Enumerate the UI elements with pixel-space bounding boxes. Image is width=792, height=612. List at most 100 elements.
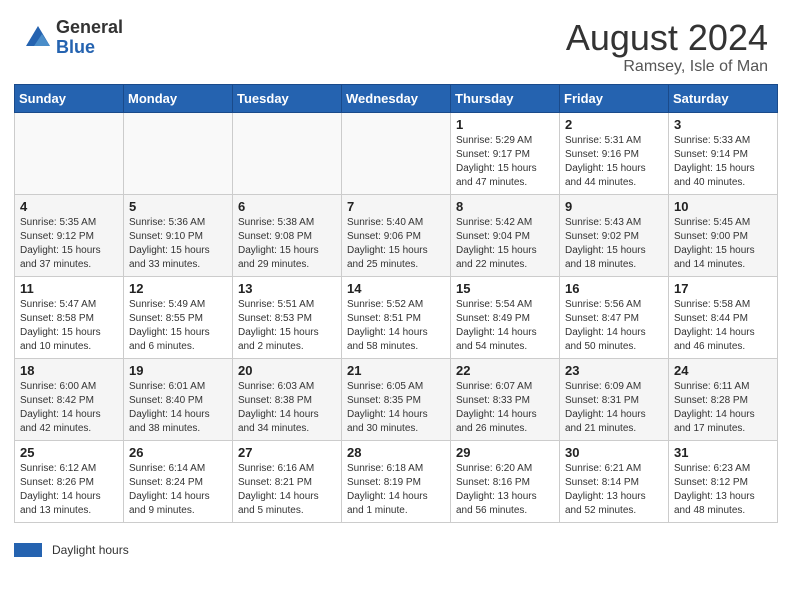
calendar-header-thursday: Thursday xyxy=(451,84,560,112)
calendar-cell: 5 Sunrise: 5:36 AM Sunset: 9:10 PM Daylig… xyxy=(124,194,233,276)
daylight-swatch xyxy=(14,543,42,557)
day-info: Sunrise: 6:11 AM Sunset: 8:28 PM Dayligh… xyxy=(674,380,772,436)
day-number: 5 xyxy=(129,199,227,214)
day-number: 31 xyxy=(674,445,772,460)
calendar-cell: 30Sunrise: 6:21 AM Sunset: 8:14 PM Dayli… xyxy=(560,440,669,522)
day-number: 23 xyxy=(565,363,663,378)
calendar-cell: 8Sunrise: 5:42 AM Sunset: 9:04 PM Daylig… xyxy=(451,194,560,276)
calendar-table: SundayMondayTuesdayWednesdayThursdayFrid… xyxy=(14,84,778,523)
title-area: August 2024 Ramsey, Isle of Man xyxy=(566,18,768,76)
day-info: Sunrise: 6:09 AM Sunset: 8:31 PM Dayligh… xyxy=(565,380,663,436)
calendar-week-row: 4Sunrise: 5:35 AM Sunset: 9:12 PM Daylig… xyxy=(15,194,778,276)
calendar-header-monday: Monday xyxy=(124,84,233,112)
calendar-header-saturday: Saturday xyxy=(669,84,778,112)
day-info: Sunrise: 5:33 AM Sunset: 9:14 PM Dayligh… xyxy=(674,134,772,190)
calendar-cell: 17Sunrise: 5:58 AM Sunset: 8:44 PM Dayli… xyxy=(669,276,778,358)
day-number: 20 xyxy=(238,363,336,378)
day-number: 26 xyxy=(129,445,227,460)
day-info: Sunrise: 6:20 AM Sunset: 8:16 PM Dayligh… xyxy=(456,462,554,518)
day-info: Sunrise: 5:52 AM Sunset: 8:51 PM Dayligh… xyxy=(347,298,445,354)
calendar-cell: 19Sunrise: 6:01 AM Sunset: 8:40 PM Dayli… xyxy=(124,358,233,440)
calendar-cell: 18 Sunrise: 6:00 AM Sunset: 8:42 PM Dayli… xyxy=(15,358,124,440)
day-info: Sunrise: 6:00 AM Sunset: 8:42 PM Dayligh… xyxy=(20,380,118,436)
day-number: 14 xyxy=(347,281,445,296)
calendar-cell xyxy=(342,112,451,194)
day-number: 18 xyxy=(20,363,118,378)
day-info: Sunrise: 5:49 AM Sunset: 8:55 PM Dayligh… xyxy=(129,298,227,354)
footer: Daylight hours xyxy=(0,537,792,561)
calendar-week-row: 1Sunrise: 5:29 AM Sunset: 9:17 PM Daylig… xyxy=(15,112,778,194)
day-number: 24 xyxy=(674,363,772,378)
calendar-week-row: 18 Sunrise: 6:00 AM Sunset: 8:42 PM Dayli… xyxy=(15,358,778,440)
day-info: Sunrise: 6:23 AM Sunset: 8:12 PM Dayligh… xyxy=(674,462,772,518)
day-number: 11 xyxy=(20,281,118,296)
day-number: 10 xyxy=(674,199,772,214)
logo-icon xyxy=(24,24,52,52)
day-number: 2 xyxy=(565,117,663,132)
day-info: Sunrise: 5:47 AM Sunset: 8:58 PM Dayligh… xyxy=(20,298,118,354)
day-info: Sunrise: 6:12 AM Sunset: 8:26 PM Dayligh… xyxy=(20,462,118,518)
day-info: Sunrise: 6:07 AM Sunset: 8:33 PM Dayligh… xyxy=(456,380,554,436)
calendar-cell: 11 Sunrise: 5:47 AM Sunset: 8:58 PM Dayli… xyxy=(15,276,124,358)
day-info: Sunrise: 5:38 AM Sunset: 9:08 PM Dayligh… xyxy=(238,216,336,272)
day-info: Sunrise: 5:36 AM Sunset: 9:10 PM Dayligh… xyxy=(129,216,227,272)
calendar-cell: 22 Sunrise: 6:07 AM Sunset: 8:33 PM Dayli… xyxy=(451,358,560,440)
calendar-cell: 14 Sunrise: 5:52 AM Sunset: 8:51 PM Dayli… xyxy=(342,276,451,358)
day-number: 13 xyxy=(238,281,336,296)
calendar-cell: 4Sunrise: 5:35 AM Sunset: 9:12 PM Daylig… xyxy=(15,194,124,276)
calendar-cell: 24 Sunrise: 6:11 AM Sunset: 8:28 PM Dayli… xyxy=(669,358,778,440)
day-number: 15 xyxy=(456,281,554,296)
daylight-label: Daylight hours xyxy=(52,543,129,557)
day-number: 30 xyxy=(565,445,663,460)
day-info: Sunrise: 6:05 AM Sunset: 8:35 PM Dayligh… xyxy=(347,380,445,436)
day-number: 6 xyxy=(238,199,336,214)
day-number: 12 xyxy=(129,281,227,296)
month-year: August 2024 xyxy=(566,18,768,58)
day-info: Sunrise: 5:58 AM Sunset: 8:44 PM Dayligh… xyxy=(674,298,772,354)
calendar-cell: 31 Sunrise: 6:23 AM Sunset: 8:12 PM Dayli… xyxy=(669,440,778,522)
calendar-cell: 16Sunrise: 5:56 AM Sunset: 8:47 PM Dayli… xyxy=(560,276,669,358)
calendar-cell: 1Sunrise: 5:29 AM Sunset: 9:17 PM Daylig… xyxy=(451,112,560,194)
calendar-cell xyxy=(233,112,342,194)
day-number: 9 xyxy=(565,199,663,214)
calendar-cell: 20 Sunrise: 6:03 AM Sunset: 8:38 PM Dayli… xyxy=(233,358,342,440)
day-number: 19 xyxy=(129,363,227,378)
calendar-cell: 7 Sunrise: 5:40 AM Sunset: 9:06 PM Daylig… xyxy=(342,194,451,276)
location: Ramsey, Isle of Man xyxy=(566,58,768,76)
day-info: Sunrise: 6:18 AM Sunset: 8:19 PM Dayligh… xyxy=(347,462,445,518)
calendar-cell: 25 Sunrise: 6:12 AM Sunset: 8:26 PM Dayli… xyxy=(15,440,124,522)
day-number: 8 xyxy=(456,199,554,214)
logo-text: General Blue xyxy=(56,18,123,58)
day-number: 7 xyxy=(347,199,445,214)
day-number: 25 xyxy=(20,445,118,460)
calendar-header-wednesday: Wednesday xyxy=(342,84,451,112)
day-info: Sunrise: 6:03 AM Sunset: 8:38 PM Dayligh… xyxy=(238,380,336,436)
calendar-cell: 12 Sunrise: 5:49 AM Sunset: 8:55 PM Dayli… xyxy=(124,276,233,358)
calendar-cell xyxy=(124,112,233,194)
calendar-cell: 21 Sunrise: 6:05 AM Sunset: 8:35 PM Dayli… xyxy=(342,358,451,440)
logo-general: General xyxy=(56,18,123,38)
calendar-cell: 23 Sunrise: 6:09 AM Sunset: 8:31 PM Dayli… xyxy=(560,358,669,440)
day-number: 29 xyxy=(456,445,554,460)
day-number: 1 xyxy=(456,117,554,132)
calendar-cell: 15 Sunrise: 5:54 AM Sunset: 8:49 PM Dayli… xyxy=(451,276,560,358)
day-info: Sunrise: 6:14 AM Sunset: 8:24 PM Dayligh… xyxy=(129,462,227,518)
calendar-header-row: SundayMondayTuesdayWednesdayThursdayFrid… xyxy=(15,84,778,112)
calendar-header-sunday: Sunday xyxy=(15,84,124,112)
day-info: Sunrise: 5:54 AM Sunset: 8:49 PM Dayligh… xyxy=(456,298,554,354)
day-number: 28 xyxy=(347,445,445,460)
calendar-cell: 9Sunrise: 5:43 AM Sunset: 9:02 PM Daylig… xyxy=(560,194,669,276)
day-info: Sunrise: 5:40 AM Sunset: 9:06 PM Dayligh… xyxy=(347,216,445,272)
calendar-week-row: 25 Sunrise: 6:12 AM Sunset: 8:26 PM Dayli… xyxy=(15,440,778,522)
day-number: 21 xyxy=(347,363,445,378)
day-info: Sunrise: 6:16 AM Sunset: 8:21 PM Dayligh… xyxy=(238,462,336,518)
day-number: 22 xyxy=(456,363,554,378)
calendar-container: SundayMondayTuesdayWednesdayThursdayFrid… xyxy=(0,84,792,537)
day-info: Sunrise: 5:31 AM Sunset: 9:16 PM Dayligh… xyxy=(565,134,663,190)
day-number: 3 xyxy=(674,117,772,132)
day-number: 16 xyxy=(565,281,663,296)
day-number: 4 xyxy=(20,199,118,214)
day-info: Sunrise: 5:51 AM Sunset: 8:53 PM Dayligh… xyxy=(238,298,336,354)
calendar-header-friday: Friday xyxy=(560,84,669,112)
calendar-cell: 29 Sunrise: 6:20 AM Sunset: 8:16 PM Dayli… xyxy=(451,440,560,522)
